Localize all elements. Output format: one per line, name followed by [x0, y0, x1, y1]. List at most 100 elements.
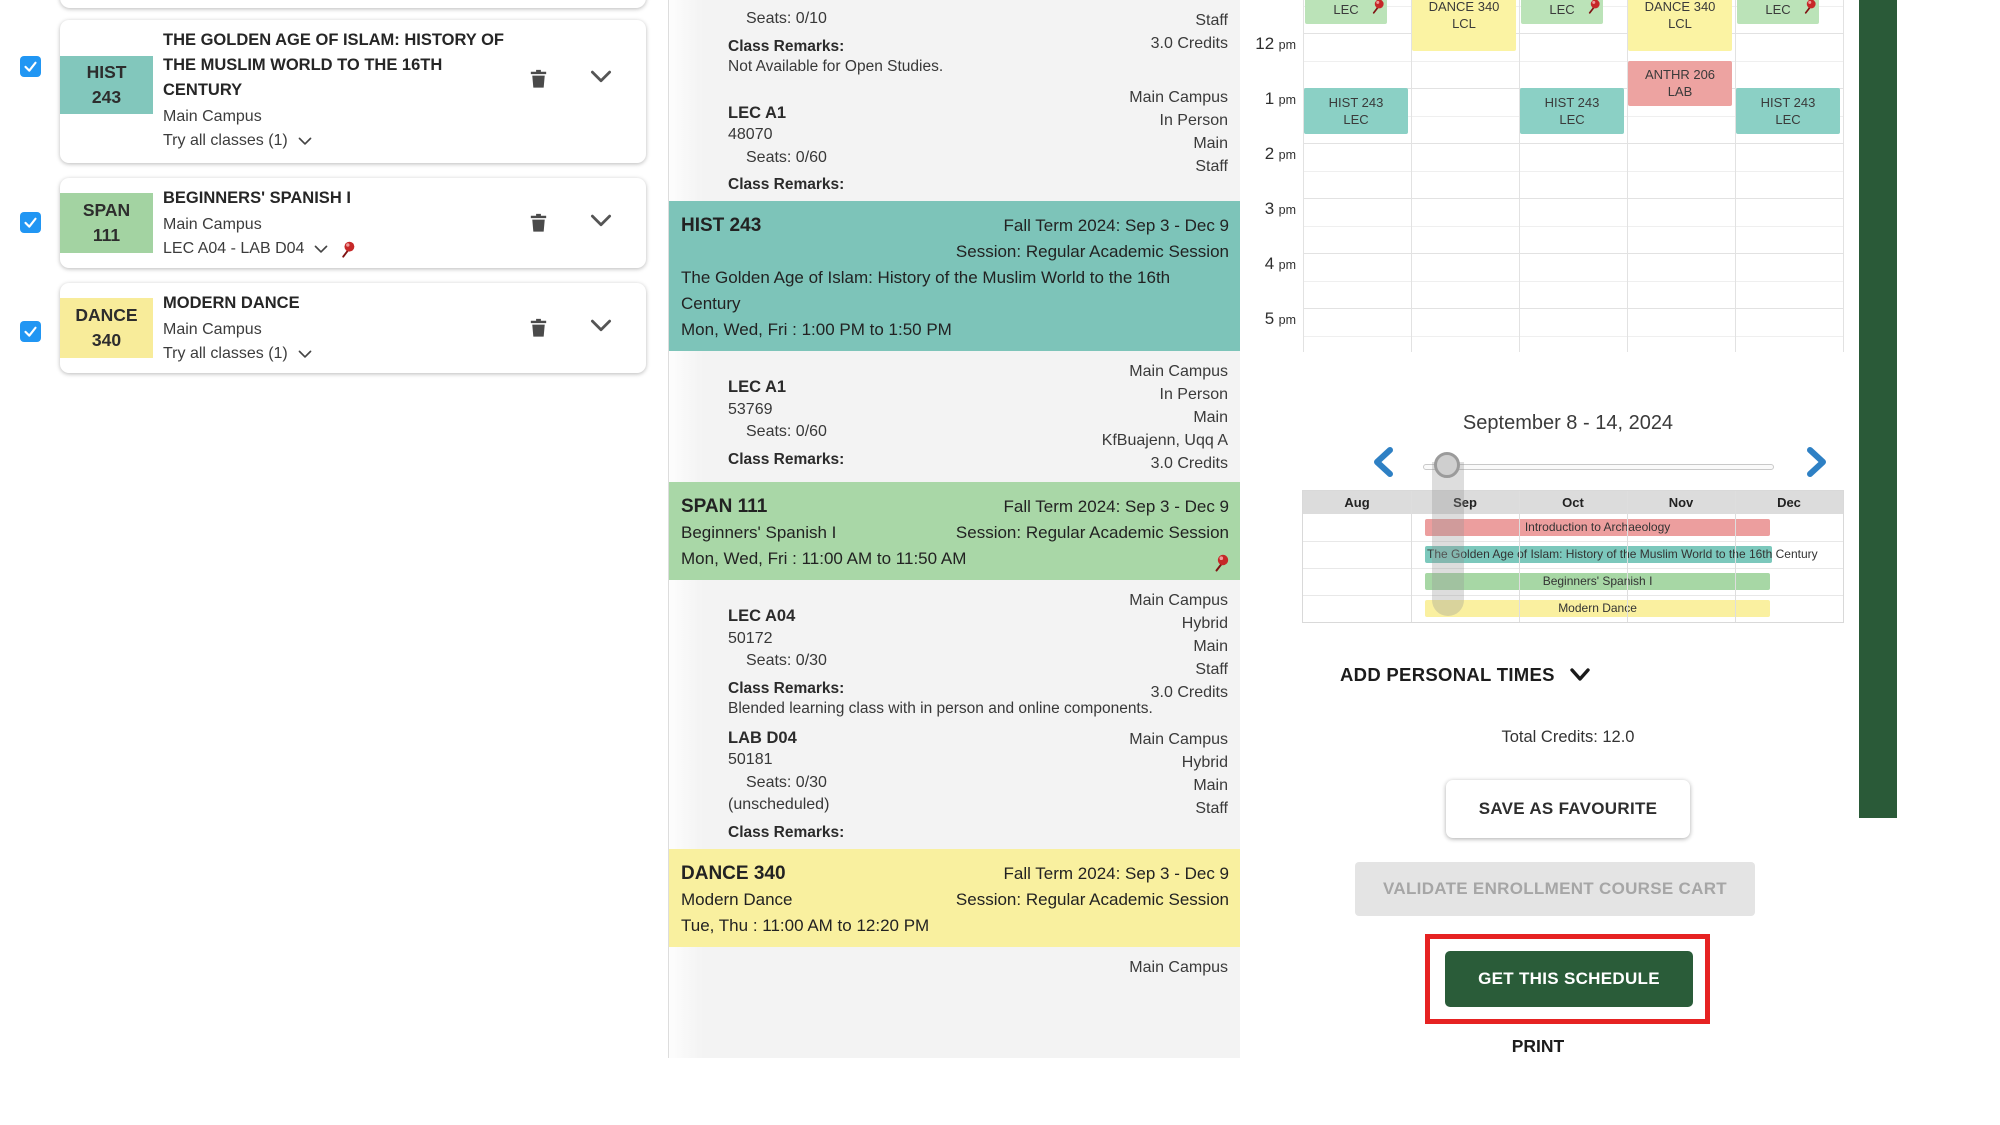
print-button[interactable]: PRINT [1298, 1036, 1778, 1057]
class-selection-label: LEC A04 - LAB D04 [163, 237, 304, 261]
course-summary-block[interactable]: Fall Term 2024: Sep 3 - Dec 9Session: Re… [669, 201, 1241, 351]
chevron-down-icon [590, 214, 612, 228]
course-campus: Main Campus [163, 318, 513, 342]
course-summary-block[interactable]: Fall Term 2024: Sep 3 - Dec 9Session: Re… [669, 482, 1241, 580]
week-slider-handle[interactable] [1434, 452, 1460, 478]
event-label-line: LCL [1668, 15, 1692, 32]
add-personal-times-button[interactable]: ADD PERSONAL TIMES [1340, 664, 1591, 686]
pushpin-icon [1211, 553, 1231, 573]
term-timeline: AugSepOctNovDec Introduction to Archaeol… [1302, 490, 1844, 623]
calendar-event[interactable]: HIST 243LEC [1736, 88, 1840, 134]
section-meta-line: 3.0 Credits [1129, 681, 1228, 704]
hour-gridline [1303, 33, 1843, 34]
chevron-down-icon [590, 70, 612, 84]
half-hour-gridline [1303, 226, 1843, 227]
event-label-line: LCL [1452, 15, 1476, 32]
class-remarks-label: Class Remarks: [728, 680, 844, 697]
course-term-info: Fall Term 2024: Sep 3 - Dec 9Session: Re… [956, 861, 1229, 913]
check-icon [23, 324, 38, 339]
course-checkbox[interactable] [20, 321, 41, 342]
section-meta-line: Hybrid [1129, 612, 1228, 635]
section-meta-line: In Person [1102, 383, 1228, 406]
previous-week-button[interactable] [1368, 445, 1402, 479]
course-title: BEGINNERS' SPANISH I [163, 186, 513, 211]
delete-course-button[interactable] [527, 211, 551, 235]
course-badge-line: 340 [92, 328, 121, 353]
event-label-line: LEC [1549, 1, 1574, 18]
course-card[interactable]: SPAN111BEGINNERS' SPANISH IMain CampusLE… [60, 178, 646, 268]
calendar-event[interactable]: HIST 243LEC [1520, 88, 1624, 134]
section-meta-line: Hybrid [1129, 751, 1228, 774]
course-card[interactable]: HIST243THE GOLDEN AGE OF ISLAM: HISTORY … [60, 20, 646, 163]
timeline-course-bar: Beginners' Spanish I [1425, 573, 1770, 590]
time-label: 2 pm [1240, 144, 1296, 164]
calendar-event[interactable]: SPAN 111LEC [1521, 0, 1603, 24]
course-checkbox[interactable] [20, 56, 41, 77]
hour-gridline [1303, 198, 1843, 199]
calendar-event[interactable]: DANCE 340LCL [1628, 0, 1732, 51]
chevron-down-icon [314, 245, 328, 254]
course-summary-block[interactable]: Fall Term 2024: Sep 3 - Dec 9Session: Re… [669, 849, 1241, 947]
validate-enrollment-cart-button[interactable]: VALIDATE ENROLLMENT COURSE CART [1355, 862, 1755, 916]
course-campus: Main Campus [163, 105, 513, 129]
hour-gridline [1303, 143, 1843, 144]
course-card-text: MODERN DANCEMain CampusTry all classes (… [163, 291, 513, 366]
timeline-month-label: Oct [1519, 491, 1627, 514]
pinned-indicator [1369, 0, 1386, 19]
class-selection-row[interactable]: LEC A04 - LAB D04 [163, 237, 513, 261]
session-label: Session: Regular Academic Session [956, 887, 1229, 913]
hour-gridline [1303, 308, 1843, 309]
calendar-event[interactable]: SPAN 111LEC [1737, 0, 1819, 24]
class-remarks-label: Class Remarks: [728, 176, 844, 193]
chevron-down-icon [590, 319, 612, 333]
day-column-border [1843, 0, 1844, 352]
delete-course-button[interactable] [527, 67, 551, 91]
class-selection-label: Try all classes (1) [163, 129, 288, 153]
course-card[interactable]: DANCE340MODERN DANCEMain CampusTry all c… [60, 283, 646, 373]
calendar-event[interactable]: DANCE 340LCL [1412, 0, 1516, 51]
expand-course-button[interactable] [590, 70, 614, 94]
course-badge: SPAN111 [60, 193, 153, 253]
section-meta-line: Main Campus [1102, 360, 1228, 383]
course-meeting-times: Mon, Wed, Fri : 1:00 PM to 1:50 PM [681, 317, 1229, 343]
section-meta-line: Main [1129, 635, 1228, 658]
course-card-text: BEGINNERS' SPANISH IMain CampusLEC A04 -… [163, 186, 513, 261]
expand-course-button[interactable] [590, 214, 614, 238]
section-meta-line: Staff [1129, 797, 1228, 820]
class-selection-row[interactable]: Try all classes (1) [163, 342, 513, 366]
chevron-down-icon [1569, 667, 1591, 683]
delete-course-button[interactable] [527, 316, 551, 340]
save-as-favourite-button[interactable]: SAVE AS FAVOURITE [1446, 780, 1690, 838]
section-meta-line: Main Campus [1129, 589, 1228, 612]
pinned-indicator [1211, 553, 1231, 578]
calendar-event[interactable]: HIST 243LEC [1304, 88, 1408, 134]
expand-course-button[interactable] [590, 319, 614, 343]
half-hour-gridline [1303, 61, 1843, 62]
day-column-border [1411, 0, 1412, 352]
timeline-row: Beginners' Spanish I [1303, 568, 1843, 596]
course-campus: Main Campus [163, 213, 513, 237]
course-details-panel[interactable]: Staff3.0 CreditsSeats: 0/10Class Remarks… [668, 0, 1241, 1058]
course-card-partial [60, 0, 646, 8]
event-label-line: HIST 243 [1545, 94, 1600, 111]
next-week-button[interactable] [1798, 445, 1832, 479]
class-remarks-label: Class Remarks: [728, 38, 844, 55]
section-meta-line: KfBuajenn, Uqq A [1102, 429, 1228, 452]
get-this-schedule-button[interactable]: GET THIS SCHEDULE [1445, 951, 1693, 1007]
course-checkbox[interactable] [20, 212, 41, 233]
check-icon [23, 215, 38, 230]
calendar-event[interactable]: SPAN 111LEC [1305, 0, 1387, 24]
timeline-month-border [1411, 491, 1412, 622]
timeline-month-border [1627, 491, 1628, 622]
timeline-month-label: Nov [1627, 491, 1735, 514]
week-slider-track[interactable] [1423, 464, 1774, 470]
class-remarks: Class Remarks: [728, 823, 1241, 843]
day-column-border [1735, 0, 1736, 352]
class-selection-row[interactable]: Try all classes (1) [163, 129, 513, 153]
pushpin-icon [1801, 0, 1818, 15]
class-remarks-label: Class Remarks: [728, 451, 844, 468]
event-label-line: LEC [1559, 111, 1584, 128]
time-label: 12 pm [1240, 34, 1296, 54]
calendar-event[interactable]: ANTHR 206LAB [1628, 61, 1732, 107]
chevron-down-icon [298, 137, 312, 146]
